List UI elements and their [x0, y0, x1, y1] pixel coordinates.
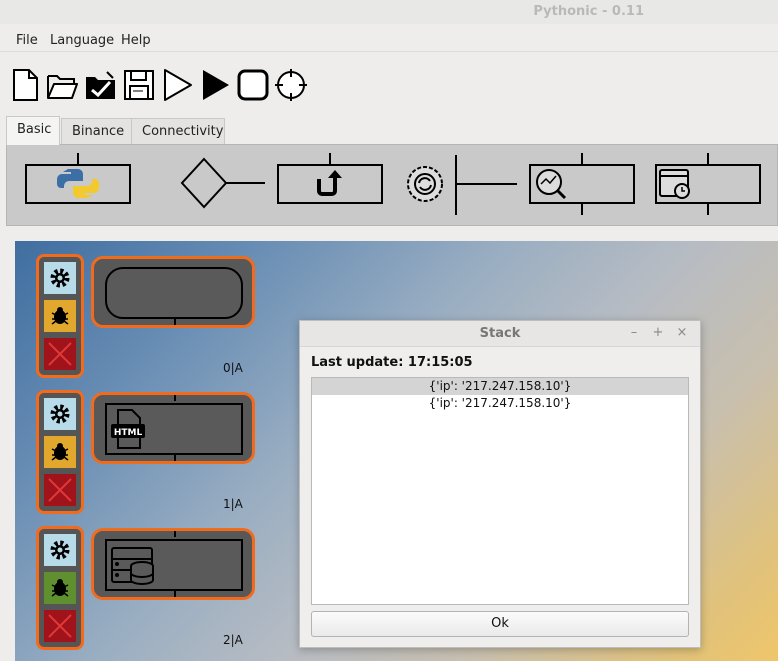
element-id-label: 0|A [223, 361, 243, 375]
python-icon [25, 153, 131, 204]
stack-dialog: Stack – + × Last update: 17:15:05 {'ip':… [299, 320, 701, 648]
dialog-titlebar: Stack – + × [300, 321, 700, 347]
svg-text:HTML: HTML [114, 428, 143, 438]
menu-file[interactable]: File [16, 33, 38, 48]
menu-help[interactable]: Help [121, 33, 151, 48]
toolbar [0, 60, 778, 110]
delete-button[interactable] [44, 338, 76, 370]
save-icon [124, 70, 154, 100]
gear-icon [50, 540, 70, 560]
new-file-icon [13, 69, 38, 101]
settings-button[interactable] [44, 534, 76, 566]
element-html-1[interactable]: HTML [91, 392, 255, 464]
close-icon [48, 478, 72, 502]
palette-return[interactable] [277, 153, 383, 209]
close-icon [48, 614, 72, 638]
html-icon: HTML [111, 409, 145, 449]
palette-calendar[interactable] [655, 153, 761, 219]
branch-icon [180, 157, 265, 209]
close-button[interactable]: × [674, 325, 690, 341]
save-button[interactable] [123, 68, 155, 102]
open-folder-icon [47, 75, 78, 99]
element-input-pin [174, 531, 176, 537]
gear-icon [50, 268, 70, 288]
menu-language[interactable]: Language [50, 33, 114, 48]
element-input-pin [174, 395, 176, 401]
settings-button[interactable] [44, 262, 76, 294]
new-file-button[interactable] [9, 68, 41, 102]
window-titlebar: Pythonic - 0.11 [0, 0, 778, 24]
delete-button[interactable] [44, 474, 76, 506]
settings-button[interactable] [44, 398, 76, 430]
calendar-icon [655, 153, 761, 215]
kill-button[interactable] [275, 68, 307, 102]
bug-icon [51, 307, 69, 325]
element-body: HTML [105, 403, 243, 455]
maximize-button[interactable]: + [650, 325, 666, 341]
element-body [105, 267, 243, 319]
return-icon [277, 153, 383, 204]
stack-list[interactable]: {'ip': '217.247.158.10'} {'ip': '217.247… [311, 377, 689, 605]
element-controls-1 [36, 390, 84, 514]
element-body [105, 539, 243, 591]
tab-connectivity[interactable]: Connectivity [131, 118, 225, 144]
debug-button[interactable] [44, 572, 76, 604]
tab-binance[interactable]: Binance [61, 118, 137, 144]
element-controls-0 [36, 254, 84, 378]
element-output-pin [174, 455, 176, 461]
kill-icon [275, 69, 307, 101]
element-id-label: 2|A [223, 633, 243, 647]
scan-icon [529, 153, 635, 215]
element-start-0[interactable] [91, 256, 255, 328]
open-button[interactable] [46, 68, 78, 102]
list-item[interactable]: {'ip': '217.247.158.10'} [312, 395, 688, 412]
element-database-2[interactable] [91, 528, 255, 600]
start-debug-button[interactable] [162, 68, 194, 102]
palette-scheduler[interactable] [405, 153, 521, 221]
bug-icon [51, 579, 69, 597]
element-id-label: 1|A [223, 497, 243, 511]
delete-button[interactable] [44, 610, 76, 642]
palette-python[interactable] [25, 153, 131, 209]
debug-button[interactable] [44, 300, 76, 332]
scheduler-process-icon [407, 155, 517, 215]
start-debug-icon [164, 69, 192, 101]
element-palette [6, 144, 778, 226]
database-icon [111, 547, 154, 585]
palette-branch[interactable] [179, 155, 269, 215]
element-output-pin [174, 319, 176, 325]
bug-icon [51, 443, 69, 461]
last-update-label: Last update: 17:15:05 [311, 355, 473, 370]
save-as-button[interactable] [85, 68, 117, 102]
ok-button[interactable]: Ok [311, 611, 689, 637]
tab-basic[interactable]: Basic [6, 116, 60, 145]
start-button[interactable] [200, 68, 232, 102]
window-title: Pythonic - 0.11 [533, 4, 644, 19]
save-as-icon [86, 71, 115, 99]
menubar: File Language Help [0, 28, 778, 52]
start-icon [203, 70, 229, 100]
list-item[interactable]: {'ip': '217.247.158.10'} [312, 378, 688, 395]
palette-scan[interactable] [529, 153, 635, 219]
debug-button[interactable] [44, 436, 76, 468]
minimize-button[interactable]: – [626, 325, 642, 341]
gear-icon [50, 404, 70, 424]
element-output-pin [174, 591, 176, 597]
element-controls-2 [36, 526, 84, 650]
stop-button[interactable] [237, 68, 269, 102]
stop-icon [237, 69, 269, 101]
close-icon [48, 342, 72, 366]
